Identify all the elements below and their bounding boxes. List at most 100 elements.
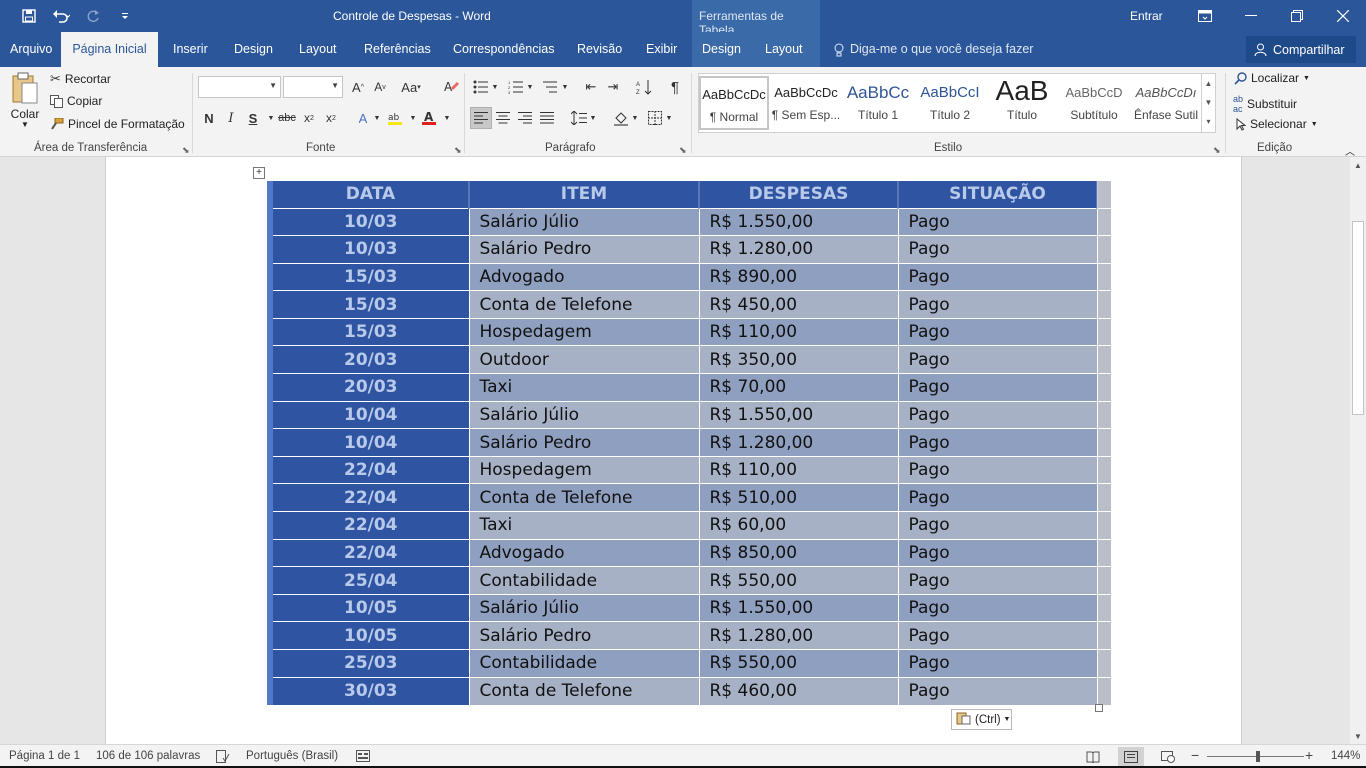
table-resize-handle-icon[interactable] [1095,704,1103,712]
zoom-out-icon[interactable]: − [1191,747,1199,763]
share-button[interactable]: Compartilhar [1246,36,1356,63]
cell-item[interactable]: Taxi [469,373,700,402]
cell-item[interactable]: Salário Júlio [469,207,700,236]
cell-status[interactable]: Pago [898,373,1098,402]
clear-formatting-icon[interactable]: A [440,76,462,98]
font-name-dropdown-icon[interactable]: ▼ [269,81,277,90]
scrollbar-thumb[interactable] [1352,221,1364,415]
increase-indent-icon[interactable]: ⇥ [602,76,624,98]
web-layout-icon[interactable] [1155,747,1181,766]
superscript-icon[interactable]: x2 [320,107,342,129]
cell-expense[interactable]: R$ 110,00 [699,455,899,484]
cell-expense[interactable]: R$ 350,00 [699,345,899,374]
restore-icon[interactable] [1274,0,1320,32]
cell-status[interactable]: Pago [898,428,1098,457]
bold-icon[interactable]: N [198,107,220,129]
cell-expense[interactable]: R$ 550,00 [699,566,899,595]
style-title[interactable]: AaB Título [987,76,1057,130]
scroll-down-icon[interactable]: ▼ [1350,728,1366,744]
show-formatting-icon[interactable]: ¶ [664,76,686,98]
undo-icon[interactable] [46,6,76,26]
scroll-up-icon[interactable]: ▲ [1350,157,1366,173]
cell-expense[interactable]: R$ 1.280,00 [699,428,899,457]
font-size-dropdown-icon[interactable]: ▼ [331,81,339,90]
multilevel-dropdown-icon[interactable]: ▼ [559,76,571,98]
cell-expense[interactable]: R$ 70,00 [699,373,899,402]
style-heading-1[interactable]: AaBbCc Título 1 [843,76,913,130]
cell-item[interactable]: Advogado [469,262,700,291]
save-icon[interactable] [14,6,44,26]
cell-status[interactable]: Pago [898,290,1098,319]
styles-launcher-icon[interactable]: ⬊ [1213,145,1221,156]
cut-button[interactable]: ✂ Recortar [50,71,111,87]
vertical-scrollbar[interactable]: ▲ ▼ [1350,157,1366,744]
read-mode-icon[interactable] [1080,747,1106,766]
cell-date[interactable]: 10/05 [267,593,470,622]
style-subtle-emphasis[interactable]: AaBbCcDı Ênfase Sutil [1131,76,1201,130]
cell-date[interactable]: 22/04 [267,538,470,567]
cell-item[interactable]: Hospedagem [469,455,700,484]
cell-item[interactable]: Salário Pedro [469,235,700,264]
cell-status[interactable]: Pago [898,511,1098,540]
header-expenses[interactable]: DESPESAS [699,181,899,208]
header-date[interactable]: DATA [267,181,470,208]
cell-date[interactable]: 20/03 [267,345,470,374]
font-name-combo[interactable]: ▼ [198,76,281,98]
align-right-icon[interactable] [514,107,536,129]
find-button[interactable]: Localizar ▼ [1234,71,1310,85]
cell-status[interactable]: Pago [898,649,1098,678]
cell-date[interactable]: 10/03 [267,207,470,236]
expenses-table[interactable]: DATA ITEM DESPESAS SITUAÇÃO 10/03 Salário… [267,181,1111,705]
macro-icon[interactable] [356,750,370,765]
select-button[interactable]: Selecionar ▼ [1236,117,1318,131]
styles-up-icon[interactable]: ▲ [1202,74,1215,93]
cell-expense[interactable]: R$ 550,00 [699,649,899,678]
justify-icon[interactable] [536,107,558,129]
cell-status[interactable]: Pago [898,566,1098,595]
styles-down-icon[interactable]: ▼ [1202,93,1215,112]
sort-icon[interactable]: AZ [633,76,655,98]
italic-icon[interactable]: I [220,107,242,129]
cell-expense[interactable]: R$ 60,00 [699,511,899,540]
font-color-dropdown-icon[interactable]: ▼ [436,107,458,129]
tab-layout[interactable]: Layout [289,32,347,67]
ribbon-display-options-icon[interactable] [1182,0,1228,32]
bullets-dropdown-icon[interactable]: ▼ [489,76,501,98]
cell-item[interactable]: Salário Pedro [469,428,700,457]
grow-font-icon[interactable]: A ^ [347,76,369,98]
font-size-combo[interactable]: ▼ [283,76,343,98]
cell-item[interactable]: Hospedagem [469,317,700,346]
cell-status[interactable]: Pago [898,621,1098,650]
subscript-icon[interactable]: x2 [298,107,320,129]
tab-table-design[interactable]: Design [692,32,755,67]
table-move-handle-icon[interactable]: + [253,167,265,179]
shrink-font-icon[interactable]: Av [369,76,391,98]
customize-qat-icon[interactable] [110,6,140,26]
cell-item[interactable]: Advogado [469,538,700,567]
cell-date[interactable]: 30/03 [267,676,470,705]
cell-date[interactable]: 10/04 [267,428,470,457]
zoom-level[interactable]: 144% [1331,750,1360,762]
find-dropdown-icon[interactable]: ▼ [1303,75,1310,82]
styles-more-icon[interactable]: ▾ [1202,112,1215,131]
tab-file[interactable]: Arquivo [0,32,62,67]
cell-status[interactable]: Pago [898,538,1098,567]
decrease-indent-icon[interactable]: ⇤ [580,76,602,98]
zoom-slider-thumb[interactable] [1256,751,1260,762]
cell-status[interactable]: Pago [898,207,1098,236]
tell-me-box[interactable]: Diga-me o que você deseja fazer [834,32,1033,67]
page-count[interactable]: Página 1 de 1 [9,750,80,762]
clipboard-launcher-icon[interactable]: ⬊ [182,145,190,156]
cell-date[interactable]: 22/04 [267,483,470,512]
tab-design[interactable]: Design [224,32,283,67]
cell-item[interactable]: Contabilidade [469,649,700,678]
cell-item[interactable]: Contabilidade [469,566,700,595]
cell-date[interactable]: 10/04 [267,400,470,429]
borders-dropdown-icon[interactable]: ▼ [663,107,675,129]
tab-insert[interactable]: Inserir [163,32,218,67]
cell-item[interactable]: Taxi [469,511,700,540]
cell-expense[interactable]: R$ 1.280,00 [699,235,899,264]
word-count[interactable]: 106 de 106 palavras [96,750,200,762]
align-center-icon[interactable] [492,107,514,129]
cell-date[interactable]: 20/03 [267,373,470,402]
